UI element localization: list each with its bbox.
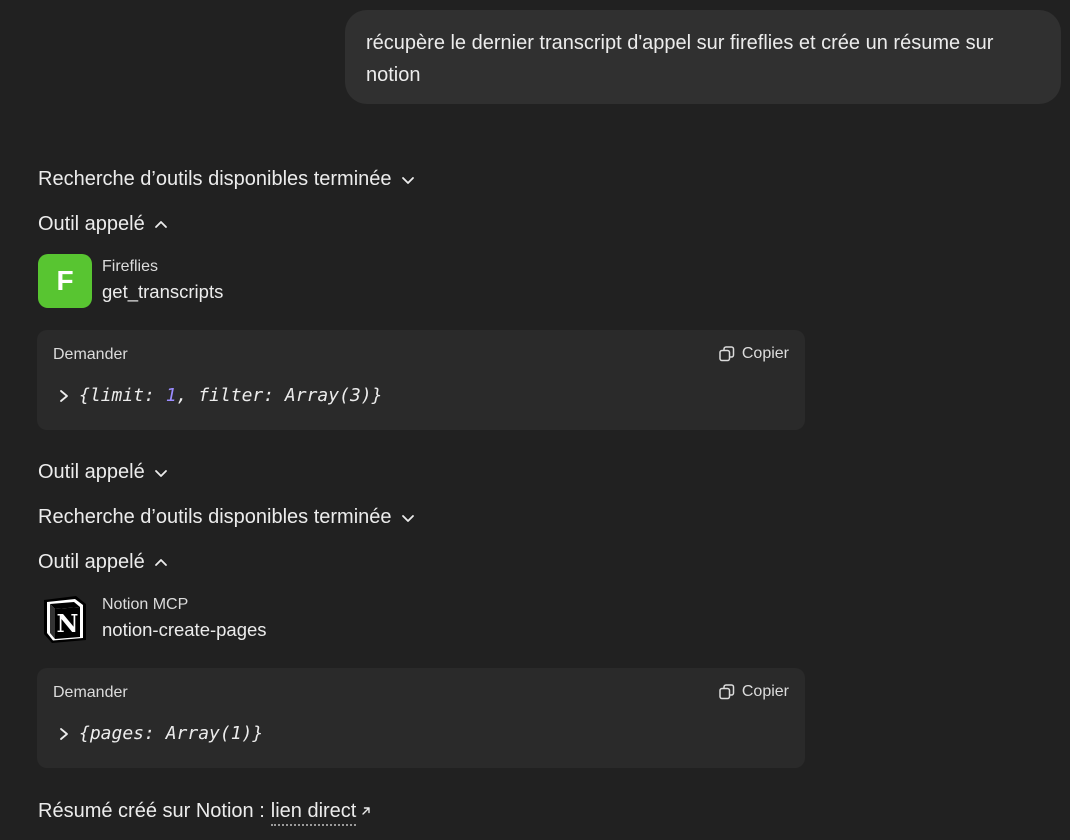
tool-function-name: notion-create-pages	[102, 619, 267, 640]
notion-direct-link[interactable]: lien direct	[270, 800, 357, 826]
chevron-right-icon	[57, 388, 71, 404]
chevron-down-icon	[400, 172, 416, 188]
copy-label: Copier	[741, 683, 789, 700]
copy-icon	[718, 345, 736, 363]
chevron-up-icon	[153, 217, 169, 233]
tool-search-status-toggle[interactable]: Recherche d’outils disponibles terminée	[38, 506, 416, 529]
fireflies-app-icon: F	[38, 254, 92, 308]
user-message-text: récupère le dernier transcript d'appel s…	[366, 32, 994, 86]
chevron-down-icon	[400, 510, 416, 526]
final-message: Résumé créé sur Notion : lien direct	[38, 800, 372, 826]
notion-logo-letter: N	[57, 609, 79, 638]
tool-called-label: Outil appelé	[38, 461, 145, 483]
tool-search-status-label: Recherche d’outils disponibles terminée	[38, 506, 392, 528]
code-close: , filter: Array(3)}	[176, 385, 383, 406]
tool-app-name: Fireflies	[102, 258, 159, 275]
tool-called-label: Outil appelé	[38, 213, 145, 235]
request-label: Demander	[53, 346, 128, 363]
chevron-right-icon	[57, 726, 71, 742]
copy-icon	[718, 683, 736, 701]
request-code[interactable]: {pages: Array(1)}	[57, 723, 263, 744]
request-box: Demander Copier {limit: 1, filter: Array…	[37, 330, 805, 430]
code-open: {limit:	[79, 385, 166, 406]
request-box: Demander Copier {pages: Array(1)}	[37, 668, 805, 768]
tool-search-status-toggle[interactable]: Recherche d’outils disponibles terminée	[38, 168, 416, 191]
tool-function-name: get_transcripts	[102, 281, 224, 302]
tool-app-name: Notion MCP	[102, 596, 189, 613]
tool-called-toggle[interactable]: Outil appelé	[38, 213, 169, 236]
tool-called-toggle[interactable]: Outil appelé	[38, 461, 169, 484]
notion-app-icon: N	[38, 592, 92, 646]
tool-call-header-notion: N Notion MCP notion-create-pages	[38, 592, 267, 646]
request-label: Demander	[53, 684, 128, 701]
tool-search-status-label: Recherche d’outils disponibles terminée	[38, 168, 392, 190]
copy-button[interactable]: Copier	[718, 683, 789, 701]
tool-called-toggle[interactable]: Outil appelé	[38, 551, 169, 574]
external-link-icon	[360, 800, 372, 815]
request-code[interactable]: {limit: 1, filter: Array(3)}	[57, 385, 382, 406]
tool-call-header-fireflies: F Fireflies get_transcripts	[38, 254, 223, 308]
code-number: 1	[165, 385, 177, 406]
user-message-bubble: récupère le dernier transcript d'appel s…	[345, 10, 1061, 104]
copy-button[interactable]: Copier	[718, 345, 789, 363]
code-text: {pages: Array(1)}	[79, 723, 264, 744]
chat-page: récupère le dernier transcript d'appel s…	[0, 0, 1070, 840]
copy-label: Copier	[741, 345, 789, 362]
final-text: Résumé créé sur Notion :	[38, 800, 265, 822]
tool-called-label: Outil appelé	[38, 551, 145, 573]
chevron-up-icon	[153, 555, 169, 571]
fireflies-icon-letter: F	[56, 265, 74, 296]
chevron-down-icon	[153, 465, 169, 481]
